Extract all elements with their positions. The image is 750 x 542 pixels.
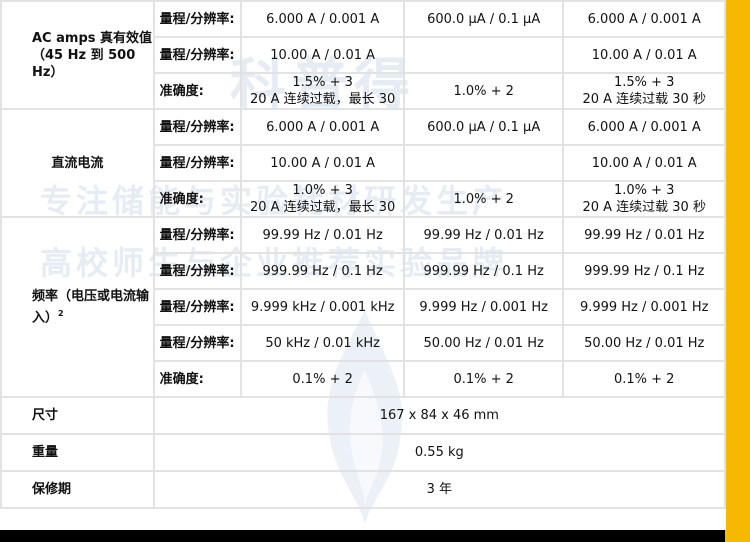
table-cell: 50.00 Hz / 0.01 Hz [562, 324, 726, 362]
table-cell: 10.00 A / 0.01 A [240, 36, 405, 74]
size-label: 尺寸 [0, 396, 155, 435]
table-cell: 6.000 A / 0.001 A [562, 108, 726, 146]
table-cell: 9.999 kHz / 0.001 kHz [240, 288, 405, 326]
table-cell: 600.0 µA / 0.1 µA [402, 108, 565, 146]
page-frame: 科普得 专注储能与实验耗材研发生产 高校师生与企业推荐实验品牌 AC amps … [0, 0, 750, 542]
warranty-value: 3 年 [152, 470, 726, 509]
table-cell: 6.000 A / 0.001 A [562, 0, 726, 38]
table-cell: 600.0 µA / 0.1 µA [402, 0, 565, 38]
table-cell: 0.1% + 2 [562, 360, 726, 398]
row-label: 量程/分辨率: [152, 0, 243, 38]
table-row: 频率（电压或电流输入）2 量程/分辨率: 99.99 Hz / 0.01 Hz … [0, 216, 726, 398]
table-cell: 99.99 Hz / 0.01 Hz [240, 216, 405, 254]
table-row: 保修期 3 年 [0, 470, 726, 509]
table-cell: 0.1% + 2 [240, 360, 405, 398]
table-cell: 10.00 A / 0.01 A [562, 36, 726, 74]
table-cell: 1.5% + 3 20 A 连续过载 30 秒 [562, 72, 726, 110]
accuracy-value: 1.5% + 3 [292, 75, 353, 90]
row-label: 量程/分辨率: [152, 36, 243, 74]
table-cell: 50.00 Hz / 0.01 Hz [402, 324, 565, 362]
row-label: 量程/分辨率: [152, 216, 243, 254]
table-cell: 999.99 Hz / 0.1 Hz [402, 252, 565, 290]
row-label: 准确度: [152, 180, 243, 218]
table-cell: 0.1% + 2 [402, 360, 565, 398]
row-label: 量程/分辨率: [152, 144, 243, 182]
row-label: 量程/分辨率: [152, 252, 243, 290]
accuracy-value: 1.5% + 3 [613, 75, 675, 90]
table-cell: 1.0% + 2 [402, 72, 565, 110]
table-cell [402, 36, 565, 74]
table-cell: 1.0% + 3 20 A 连续过载，最长 30 [240, 180, 405, 218]
overload-note: 20 A 连续过载，最长 30 [249, 200, 396, 215]
table-cell: 1.0% + 2 [402, 180, 565, 218]
row-label: 量程/分辨率: [152, 108, 243, 146]
section-ac-label: AC amps 真有效值（45 Hz 到 500 Hz） [32, 30, 153, 80]
table-row: AC amps 真有效值（45 Hz 到 500 Hz） 量程/分辨率: 6.0… [0, 0, 726, 110]
accent-bar [725, 0, 750, 542]
overload-note: 20 A 连续过载 30 秒 [582, 200, 706, 215]
table-cell: 10.00 A / 0.01 A [240, 144, 405, 182]
table-cell: 999.99 Hz / 0.1 Hz [562, 252, 726, 290]
table-cell: 9.999 Hz / 0.001 Hz [402, 288, 565, 326]
table-cell: 9.999 Hz / 0.001 Hz [562, 288, 726, 326]
size-value: 167 x 84 x 46 mm [152, 396, 726, 435]
table-cell: 99.99 Hz / 0.01 Hz [402, 216, 565, 254]
section-frequency-label: 频率（电压或电流输入） [32, 288, 150, 326]
row-label: 准确度: [152, 360, 243, 398]
weight-value: 0.55 kg [152, 433, 726, 472]
table-cell: 6.000 A / 0.001 A [240, 108, 405, 146]
section-frequency: 频率（电压或电流输入）2 [0, 216, 155, 398]
accuracy-value: 1.0% + 3 [292, 183, 353, 198]
table-cell: 99.99 Hz / 0.01 Hz [562, 216, 726, 254]
overload-note: 20 A 连续过载 30 秒 [582, 92, 706, 107]
overload-note: 20 A 连续过载，最长 30 [249, 92, 396, 107]
table-row: 直流电流 量程/分辨率: 6.000 A / 0.001 A 600.0 µA … [0, 108, 726, 218]
table-cell: 6.000 A / 0.001 A [240, 0, 405, 38]
table-cell: 1.5% + 3 20 A 连续过载，最长 30 [240, 72, 405, 110]
warranty-label: 保修期 [0, 470, 155, 509]
section-dc-current: 直流电流 [0, 108, 155, 218]
table-cell [402, 144, 565, 182]
table-cell: 50 kHz / 0.01 kHz [240, 324, 405, 362]
row-label: 量程/分辨率: [152, 324, 243, 362]
row-label: 准确度: [152, 72, 243, 110]
weight-label: 重量 [0, 433, 155, 472]
table-cell: 999.99 Hz / 0.1 Hz [240, 252, 405, 290]
table-row: 尺寸 167 x 84 x 46 mm [0, 396, 726, 435]
section-ac-amps: AC amps 真有效值（45 Hz 到 500 Hz） [0, 0, 155, 110]
table-cell: 1.0% + 3 20 A 连续过载 30 秒 [562, 180, 726, 218]
row-label: 量程/分辨率: [152, 288, 243, 326]
spec-table: AC amps 真有效值（45 Hz 到 500 Hz） 量程/分辨率: 6.0… [0, 0, 726, 509]
spec-sheet: 科普得 专注储能与实验耗材研发生产 高校师生与企业推荐实验品牌 AC amps … [0, 0, 726, 530]
accuracy-value: 1.0% + 3 [613, 183, 675, 198]
footnote-marker: 2 [58, 308, 64, 318]
table-cell: 10.00 A / 0.01 A [562, 144, 726, 182]
table-row: 重量 0.55 kg [0, 433, 726, 472]
